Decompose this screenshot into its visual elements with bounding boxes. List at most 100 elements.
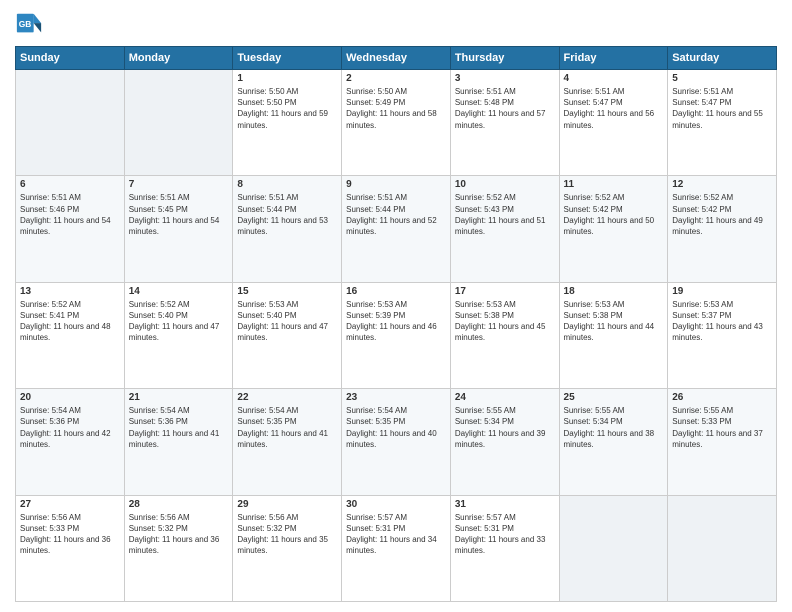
calendar-cell: 20Sunrise: 5:54 AMSunset: 5:36 PMDayligh… xyxy=(16,389,125,495)
day-info: Sunrise: 5:57 AMSunset: 5:31 PMDaylight:… xyxy=(455,512,555,557)
week-row-4: 20Sunrise: 5:54 AMSunset: 5:36 PMDayligh… xyxy=(16,389,777,495)
day-number: 8 xyxy=(237,179,337,190)
day-number: 27 xyxy=(20,499,120,510)
calendar-cell: 17 Sunrise: 5:53 AMSunset: 5:38 PMDayligh… xyxy=(450,282,559,388)
day-number: 6 xyxy=(20,179,120,190)
calendar-cell: 15 Sunrise: 5:53 AMSunset: 5:40 PMDayligh… xyxy=(233,282,342,388)
day-info: Sunrise: 5:52 AMSunset: 5:40 PMDaylight:… xyxy=(129,299,229,344)
calendar-cell: 3 Sunrise: 5:51 AMSunset: 5:48 PMDaylight… xyxy=(450,70,559,176)
calendar-cell: 21 Sunrise: 5:54 AMSunset: 5:36 PMDayligh… xyxy=(124,389,233,495)
calendar-cell: 24 Sunrise: 5:55 AMSunset: 5:34 PMDayligh… xyxy=(450,389,559,495)
day-info: Sunrise: 5:55 AMSunset: 5:34 PMDaylight:… xyxy=(564,405,664,450)
calendar-cell: 29 Sunrise: 5:56 AMSunset: 5:32 PMDayligh… xyxy=(233,495,342,601)
calendar-cell xyxy=(124,70,233,176)
weekday-header-friday: Friday xyxy=(559,47,668,70)
calendar-cell xyxy=(559,495,668,601)
day-number: 1 xyxy=(237,73,337,84)
calendar-cell: 25 Sunrise: 5:55 AMSunset: 5:34 PMDayligh… xyxy=(559,389,668,495)
week-row-3: 13 Sunrise: 5:52 AMSunset: 5:41 PMDayligh… xyxy=(16,282,777,388)
calendar-cell: 11 Sunrise: 5:52 AMSunset: 5:42 PMDayligh… xyxy=(559,176,668,282)
day-info: Sunrise: 5:51 AMSunset: 5:46 PMDaylight:… xyxy=(20,192,120,237)
day-number: 13 xyxy=(20,286,120,297)
day-info: Sunrise: 5:54 AMSunset: 5:36 PMDaylight:… xyxy=(20,405,120,450)
day-number: 16 xyxy=(346,286,446,297)
day-info: Sunrise: 5:56 AMSunset: 5:32 PMDaylight:… xyxy=(129,512,229,557)
weekday-header-tuesday: Tuesday xyxy=(233,47,342,70)
calendar-cell xyxy=(16,70,125,176)
calendar-table: SundayMondayTuesdayWednesdayThursdayFrid… xyxy=(15,46,777,602)
day-info: Sunrise: 5:55 AMSunset: 5:33 PMDaylight:… xyxy=(672,405,772,450)
day-number: 3 xyxy=(455,73,555,84)
day-info: Sunrise: 5:54 AMSunset: 5:36 PMDaylight:… xyxy=(129,405,229,450)
day-number: 10 xyxy=(455,179,555,190)
calendar-cell: 18Sunrise: 5:53 AMSunset: 5:38 PMDayligh… xyxy=(559,282,668,388)
weekday-header-wednesday: Wednesday xyxy=(342,47,451,70)
header: GB xyxy=(15,10,777,38)
day-number: 21 xyxy=(129,392,229,403)
day-info: Sunrise: 5:50 AMSunset: 5:50 PMDaylight:… xyxy=(237,86,337,131)
day-info: Sunrise: 5:54 AMSunset: 5:35 PMDaylight:… xyxy=(237,405,337,450)
day-info: Sunrise: 5:53 AMSunset: 5:37 PMDaylight:… xyxy=(672,299,772,344)
calendar-cell: 16 Sunrise: 5:53 AMSunset: 5:39 PMDayligh… xyxy=(342,282,451,388)
calendar-cell: 6 Sunrise: 5:51 AMSunset: 5:46 PMDaylight… xyxy=(16,176,125,282)
day-info: Sunrise: 5:53 AMSunset: 5:38 PMDaylight:… xyxy=(455,299,555,344)
day-info: Sunrise: 5:53 AMSunset: 5:39 PMDaylight:… xyxy=(346,299,446,344)
day-number: 29 xyxy=(237,499,337,510)
logo: GB xyxy=(15,10,47,38)
calendar-cell: 19 Sunrise: 5:53 AMSunset: 5:37 PMDayligh… xyxy=(668,282,777,388)
day-info: Sunrise: 5:53 AMSunset: 5:40 PMDaylight:… xyxy=(237,299,337,344)
day-number: 18 xyxy=(564,286,664,297)
weekday-header-row: SundayMondayTuesdayWednesdayThursdayFrid… xyxy=(16,47,777,70)
calendar-cell: 27 Sunrise: 5:56 AMSunset: 5:33 PMDayligh… xyxy=(16,495,125,601)
calendar-cell: 31 Sunrise: 5:57 AMSunset: 5:31 PMDayligh… xyxy=(450,495,559,601)
day-number: 31 xyxy=(455,499,555,510)
calendar-cell: 7 Sunrise: 5:51 AMSunset: 5:45 PMDaylight… xyxy=(124,176,233,282)
day-info: Sunrise: 5:51 AMSunset: 5:47 PMDaylight:… xyxy=(564,86,664,131)
calendar-cell: 30Sunrise: 5:57 AMSunset: 5:31 PMDayligh… xyxy=(342,495,451,601)
day-info: Sunrise: 5:52 AMSunset: 5:42 PMDaylight:… xyxy=(672,192,772,237)
week-row-2: 6 Sunrise: 5:51 AMSunset: 5:46 PMDaylight… xyxy=(16,176,777,282)
day-number: 9 xyxy=(346,179,446,190)
calendar-cell: 1 Sunrise: 5:50 AMSunset: 5:50 PMDaylight… xyxy=(233,70,342,176)
day-number: 11 xyxy=(564,179,664,190)
day-info: Sunrise: 5:51 AMSunset: 5:48 PMDaylight:… xyxy=(455,86,555,131)
calendar-cell: 10 Sunrise: 5:52 AMSunset: 5:43 PMDayligh… xyxy=(450,176,559,282)
calendar-cell: 22 Sunrise: 5:54 AMSunset: 5:35 PMDayligh… xyxy=(233,389,342,495)
calendar-cell: 2Sunrise: 5:50 AMSunset: 5:49 PMDaylight… xyxy=(342,70,451,176)
logo-icon: GB xyxy=(15,10,43,38)
day-info: Sunrise: 5:51 AMSunset: 5:44 PMDaylight:… xyxy=(346,192,446,237)
day-info: Sunrise: 5:52 AMSunset: 5:42 PMDaylight:… xyxy=(564,192,664,237)
day-info: Sunrise: 5:56 AMSunset: 5:33 PMDaylight:… xyxy=(20,512,120,557)
day-number: 22 xyxy=(237,392,337,403)
day-number: 17 xyxy=(455,286,555,297)
day-info: Sunrise: 5:56 AMSunset: 5:32 PMDaylight:… xyxy=(237,512,337,557)
day-number: 28 xyxy=(129,499,229,510)
calendar-cell: 28 Sunrise: 5:56 AMSunset: 5:32 PMDayligh… xyxy=(124,495,233,601)
day-number: 25 xyxy=(564,392,664,403)
day-info: Sunrise: 5:55 AMSunset: 5:34 PMDaylight:… xyxy=(455,405,555,450)
day-info: Sunrise: 5:52 AMSunset: 5:41 PMDaylight:… xyxy=(20,299,120,344)
day-info: Sunrise: 5:50 AMSunset: 5:49 PMDaylight:… xyxy=(346,86,446,131)
day-info: Sunrise: 5:54 AMSunset: 5:35 PMDaylight:… xyxy=(346,405,446,450)
day-info: Sunrise: 5:51 AMSunset: 5:45 PMDaylight:… xyxy=(129,192,229,237)
day-info: Sunrise: 5:52 AMSunset: 5:43 PMDaylight:… xyxy=(455,192,555,237)
day-info: Sunrise: 5:51 AMSunset: 5:44 PMDaylight:… xyxy=(237,192,337,237)
calendar-cell: 8 Sunrise: 5:51 AMSunset: 5:44 PMDaylight… xyxy=(233,176,342,282)
calendar-cell xyxy=(668,495,777,601)
day-number: 26 xyxy=(672,392,772,403)
day-number: 24 xyxy=(455,392,555,403)
day-info: Sunrise: 5:57 AMSunset: 5:31 PMDaylight:… xyxy=(346,512,446,557)
day-number: 15 xyxy=(237,286,337,297)
day-number: 19 xyxy=(672,286,772,297)
svg-text:GB: GB xyxy=(19,19,32,29)
page: GB SundayMondayTuesdayWednesdayThursdayF… xyxy=(0,0,792,612)
weekday-header-monday: Monday xyxy=(124,47,233,70)
calendar-cell: 12Sunrise: 5:52 AMSunset: 5:42 PMDayligh… xyxy=(668,176,777,282)
weekday-header-saturday: Saturday xyxy=(668,47,777,70)
calendar-cell: 26 Sunrise: 5:55 AMSunset: 5:33 PMDayligh… xyxy=(668,389,777,495)
calendar-cell: 4Sunrise: 5:51 AMSunset: 5:47 PMDaylight… xyxy=(559,70,668,176)
day-number: 5 xyxy=(672,73,772,84)
calendar-cell: 9 Sunrise: 5:51 AMSunset: 5:44 PMDaylight… xyxy=(342,176,451,282)
weekday-header-thursday: Thursday xyxy=(450,47,559,70)
day-number: 7 xyxy=(129,179,229,190)
